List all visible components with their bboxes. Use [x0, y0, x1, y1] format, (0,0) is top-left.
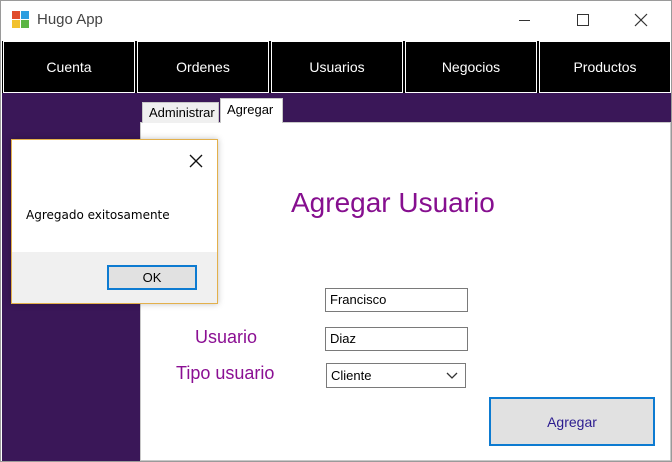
nav-negocios-button[interactable]: Negocios	[405, 41, 537, 93]
minimize-button[interactable]	[496, 1, 554, 40]
window-title: Hugo App	[37, 11, 103, 28]
chevron-down-icon	[446, 372, 458, 379]
nav-productos-button[interactable]: Productos	[539, 41, 671, 93]
nav-ordenes-button[interactable]: Ordenes	[137, 41, 269, 93]
dialog-close-button[interactable]	[185, 150, 207, 172]
nav-cuenta-button[interactable]: Cuenta	[3, 41, 135, 93]
maximize-icon	[577, 14, 589, 26]
tipo-usuario-label: Tipo usuario	[176, 363, 275, 383]
close-icon	[189, 154, 203, 168]
usuario-label: Usuario	[195, 327, 258, 347]
main-nav: Cuenta Ordenes Usuarios Negocios Product…	[2, 41, 671, 93]
minimize-icon	[519, 20, 530, 21]
app-window-icon	[12, 11, 29, 28]
tipo-usuario-select[interactable]: Cliente	[326, 363, 466, 388]
tipo-usuario-value: Cliente	[331, 368, 372, 383]
nav-usuarios-button[interactable]: Usuarios	[271, 41, 403, 93]
message-dialog: Agregado exitosamente OK	[11, 139, 218, 304]
dialog-footer: OK	[12, 252, 217, 303]
app-window: Hugo App Cuenta Ordenes Usuarios Negocio…	[0, 0, 672, 462]
ok-button[interactable]: OK	[107, 265, 197, 290]
title-bar[interactable]: Hugo App	[1, 1, 671, 40]
form-title: Agregar Usuario	[291, 187, 495, 218]
tab-agregar[interactable]: Agregar	[220, 98, 283, 123]
dialog-message: Agregado exitosamente	[26, 208, 170, 222]
nombre-field[interactable]: Francisco	[325, 288, 468, 312]
close-window-button[interactable]	[612, 1, 670, 40]
close-icon	[634, 13, 648, 27]
usuario-field[interactable]: Diaz	[325, 327, 468, 351]
tab-administrar[interactable]: Administrar	[142, 102, 219, 123]
maximize-button[interactable]	[554, 1, 612, 40]
agregar-button[interactable]: Agregar	[489, 397, 655, 446]
